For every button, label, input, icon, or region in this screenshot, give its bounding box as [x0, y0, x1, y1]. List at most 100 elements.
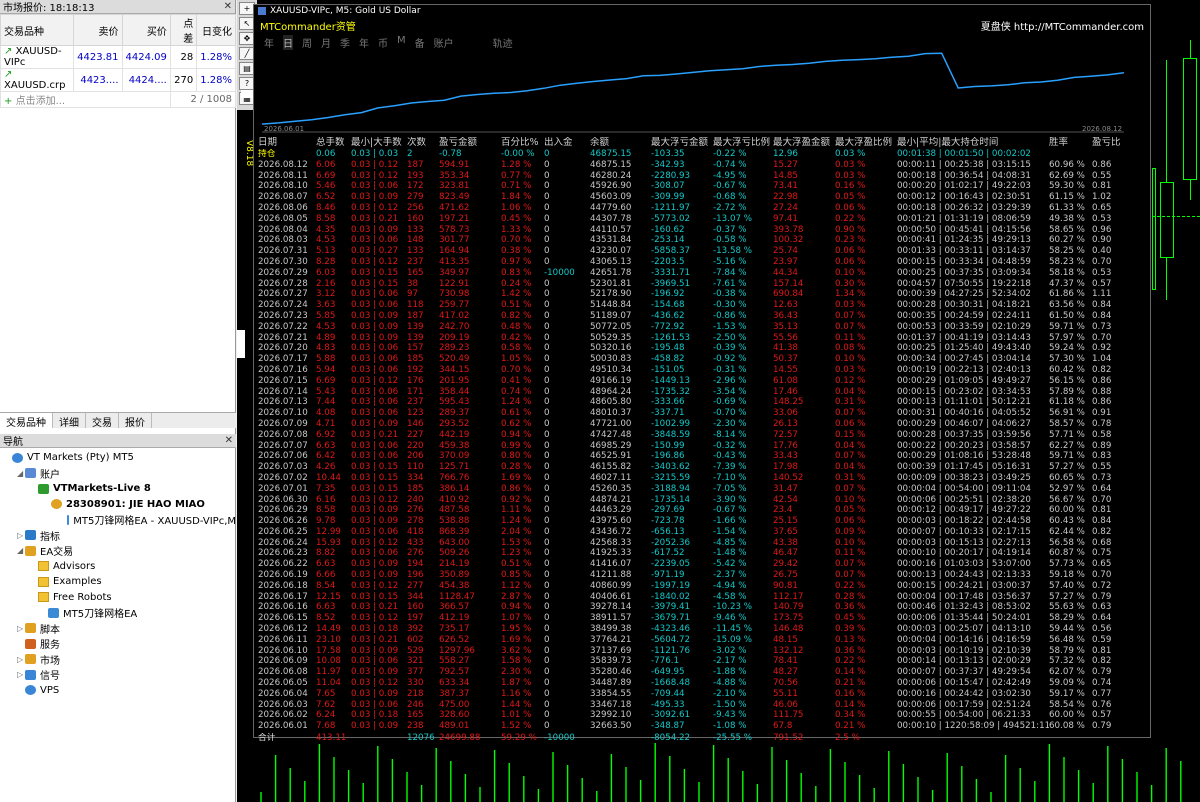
table-row[interactable]: 2026.08.03 4.53 0.03 | 0.06 148 301.77 0.70 %…	[256, 235, 1150, 246]
column-header[interactable]: 点差	[169, 14, 198, 46]
column-header[interactable]: 余额	[590, 137, 651, 149]
tree-item[interactable]: ◢ EA交易	[0, 543, 236, 559]
expand-arrow-icon[interactable]: ◢	[17, 546, 25, 555]
column-header[interactable]: 总手数	[316, 137, 351, 149]
table-row[interactable]: 2026.06.29 8.58 0.03 | 0.09 276 487.58 1.11 %…	[256, 505, 1150, 516]
column-header[interactable]: 最大浮盈金额	[773, 137, 835, 149]
column-header[interactable]: 百分比%	[501, 137, 544, 149]
add-symbol-link[interactable]: 点击添加...	[16, 96, 66, 107]
expand-arrow-icon[interactable]: ▷	[17, 670, 25, 679]
column-header[interactable]: 最小|平均|最大持仓时间	[897, 137, 1049, 149]
table-row[interactable]: 2026.07.07 6.63 0.03 | 0.06 220 459.38 0.99 %…	[256, 441, 1150, 452]
table-row[interactable]: 2026.07.27 3.12 0.03 | 0.06 97 730.98 1.42 % 0…	[256, 289, 1150, 300]
table-row[interactable]: 2026.06.12 14.49 0.03 | 0.18 392 735.17 1.95 …	[256, 624, 1150, 635]
table-row[interactable]: 2026.07.29 6.03 0.03 | 0.15 165 349.97 0.83 %…	[256, 268, 1150, 279]
table-row[interactable]: 2026.07.16 5.94 0.03 | 0.06 192 344.15 0.70 %…	[256, 365, 1150, 376]
table-row[interactable]: 2026.07.24 3.63 0.03 | 0.06 118 259.77 0.51 %…	[256, 300, 1150, 311]
table-row[interactable]: 2026.06.30 6.16 0.03 | 0.12 240 410.92 0.92 %…	[256, 495, 1150, 506]
expand-arrow-icon[interactable]: ▷	[17, 655, 25, 664]
column-header[interactable]: 最大浮盈比例	[835, 137, 897, 149]
brand-link[interactable]: 夏盘侠 http://MTCommander.com	[981, 18, 1144, 33]
table-row[interactable]: 2026.07.31 5.13 0.03 | 0.27 133 164.94 0.38 %…	[256, 246, 1150, 257]
tree-item[interactable]: Examples	[0, 574, 236, 590]
table-row[interactable]: 2026.06.15 8.52 0.03 | 0.12 197 412.19 1.07 %…	[256, 613, 1150, 624]
tree-item[interactable]: Advisors	[0, 559, 236, 575]
navigator-title-bar[interactable]: 导航 ✕	[0, 434, 236, 448]
table-row[interactable]: 2026.07.14 5.43 0.03 | 0.06 171 358.44 0.74 %…	[256, 387, 1150, 398]
tab-details[interactable]: 详细	[53, 413, 86, 429]
table-row[interactable]: 2026.07.02 10.44 0.03 | 0.15 334 766.76 1.69 …	[256, 473, 1150, 484]
table-row[interactable]: 2026.06.05 11.04 0.03 | 0.12 330 633.34 1.87 …	[256, 678, 1150, 689]
table-row[interactable]: 2026.07.30 8.28 0.03 | 0.12 237 413.35 0.97 %…	[256, 257, 1150, 268]
table-row[interactable]: 2026.08.11 6.69 0.03 | 0.12 193 353.34 0.77 %…	[256, 171, 1150, 182]
expand-arrow-icon[interactable]: ◢	[17, 469, 25, 478]
column-header[interactable]: 买价	[121, 14, 171, 46]
table-row[interactable]: 2026.06.25 12.99 0.03 | 0.06 418 868.39 2.04 …	[256, 527, 1150, 538]
table-row[interactable]: ↗ XAUUSD-VIPc 4423.81 4424.09 28 1.28%	[0, 45, 236, 69]
table-row[interactable]: 2026.07.15 6.69 0.03 | 0.12 176 201.95 0.41 %…	[256, 376, 1150, 387]
table-row[interactable]: 2026.07.22 4.53 0.03 | 0.09 139 242.70 0.48 %…	[256, 322, 1150, 333]
tree-item[interactable]: 28308901: JIE HAO MIAO	[0, 497, 236, 513]
table-row[interactable]: 2026.07.01 7.35 0.03 | 0.15 185 386.14 0.86 %…	[256, 484, 1150, 495]
tree-item[interactable]: 服务	[0, 636, 236, 652]
table-row[interactable]: 2026.06.03 7.62 0.03 | 0.06 246 475.00 1.44 %…	[256, 700, 1150, 711]
tree-item[interactable]: MT5刀锋网格EA	[0, 605, 236, 621]
table-row[interactable]: 2026.08.04 4.35 0.03 | 0.09 133 578.73 1.33 %…	[256, 225, 1150, 236]
table-row[interactable]: 2026.06.09 10.08 0.03 | 0.06 321 558.27 1.58 …	[256, 656, 1150, 667]
table-row[interactable]: 2026.06.02 6.24 0.03 | 0.18 165 328.60 1.01 %…	[256, 710, 1150, 721]
column-header[interactable]: 胜率	[1049, 137, 1092, 149]
tree-item[interactable]: VT Markets (Pty) MT5	[0, 450, 236, 466]
table-row[interactable]: 2026.07.06 6.42 0.03 | 0.06 206 370.09 0.80 %…	[256, 451, 1150, 462]
table-row[interactable]: 2026.06.11 23.10 0.03 | 0.21 602 626.52 1.69 …	[256, 635, 1150, 646]
tree-item[interactable]: ▷ 指标	[0, 528, 236, 544]
table-row[interactable]: 2026.06.24 15.93 0.03 | 0.12 433 643.00 1.53 …	[256, 538, 1150, 549]
tab-ticks[interactable]: 报价	[119, 413, 152, 429]
table-row[interactable]: 2026.06.16 6.63 0.03 | 0.21 160 366.57 0.94 %…	[256, 602, 1150, 613]
table-row[interactable]: 2026.06.23 8.82 0.03 | 0.06 276 509.26 1.23 %…	[256, 548, 1150, 559]
tree-item[interactable]: ▷ 信号	[0, 667, 236, 683]
table-row[interactable]: 2026.07.21 4.89 0.03 | 0.09 139 209.19 0.42 %…	[256, 333, 1150, 344]
column-header[interactable]: 盈亏金额	[439, 137, 501, 149]
table-row[interactable]: 2026.08.06 8.46 0.03 | 0.12 256 471.62 1.06 %…	[256, 203, 1150, 214]
table-row[interactable]: 2026.06.17 12.15 0.03 | 0.15 344 1128.47 2.87…	[256, 592, 1150, 603]
table-row[interactable]: 2026.06.19 6.66 0.03 | 0.09 196 350.89 0.85 %…	[256, 570, 1150, 581]
expand-arrow-icon[interactable]: ▷	[17, 531, 25, 540]
table-row[interactable]: 2026.06.22 6.63 0.03 | 0.09 194 214.19 0.51 %…	[256, 559, 1150, 570]
tree-item[interactable]: ▷ 市场	[0, 652, 236, 668]
table-row[interactable]: 2026.06.01 7.68 0.03 | 0.09 238 489.01 1.52 %…	[256, 721, 1150, 732]
table-row[interactable]: 2026.07.13 7.44 0.03 | 0.06 237 595.43 1.24 %…	[256, 397, 1150, 408]
tab-symbols[interactable]: 交易品种	[0, 413, 53, 429]
column-header[interactable]: 盈亏比	[1092, 137, 1122, 149]
column-header[interactable]: 交易品种	[0, 14, 75, 46]
column-header[interactable]: 最大浮亏比例	[713, 137, 773, 149]
column-header[interactable]: 卖价	[73, 14, 123, 46]
table-row[interactable]: 2026.08.07 6.52 0.03 | 0.09 279 823.49 1.84 %…	[256, 192, 1150, 203]
column-header[interactable]: 最小|大手数	[351, 137, 407, 149]
table-row[interactable]: 2026.07.20 4.83 0.03 | 0.06 157 289.23 0.58 %…	[256, 343, 1150, 354]
table-row[interactable]: 2026.07.17 5.88 0.03 | 0.06 185 520.49 1.05 %…	[256, 354, 1150, 365]
chart-window-title[interactable]: XAUUSD-VIPc, M5: Gold US Dollar	[254, 5, 1150, 17]
tree-item[interactable]: Free Robots	[0, 590, 236, 606]
table-row[interactable]: 2026.06.10 17.58 0.03 | 0.09 529 1297.96 3.62…	[256, 646, 1150, 657]
table-row[interactable]: 2026.07.28 2.16 0.03 | 0.15 38 122.91 0.24 % 0…	[256, 279, 1150, 290]
column-header[interactable]: 次数	[407, 137, 439, 149]
table-row[interactable]: 2026.06.26 9.78 0.03 | 0.09 278 538.88 1.24 %…	[256, 516, 1150, 527]
table-row[interactable]: 2026.07.08 6.92 0.03 | 0.21 227 442.19 0.94 %…	[256, 430, 1150, 441]
close-icon[interactable]: ✕	[225, 435, 233, 446]
tree-item[interactable]: ▷ 脚本	[0, 621, 236, 637]
table-row[interactable]: 2026.07.03 4.26 0.03 | 0.15 110 125.71 0.28 %…	[256, 462, 1150, 473]
table-row[interactable]: ↗ XAUUSD.crp 4423.... 4424.... 270 1.28%	[0, 68, 236, 92]
table-row[interactable]: 2026.08.12 6.06 0.03 | 0.12 187 594.91 1.28 %…	[256, 160, 1150, 171]
close-icon[interactable]: ✕	[224, 1, 232, 12]
table-row[interactable]: 2026.06.18 8.54 0.03 | 0.12 277 454.38 1.12 %…	[256, 581, 1150, 592]
tab-trading[interactable]: 交易	[86, 413, 119, 429]
table-row[interactable]: 2026.08.05 8.58 0.03 | 0.21 160 197.21 0.45 %…	[256, 214, 1150, 225]
tree-item[interactable]: ◢ 账户	[0, 466, 236, 482]
market-watch-title-bar[interactable]: 市场报价: 18:18:13 ✕	[0, 0, 235, 14]
table-row[interactable]: 2026.07.09 4.71 0.03 | 0.09 146 293.52 0.62 %…	[256, 419, 1150, 430]
column-header[interactable]: 出入金	[544, 137, 590, 149]
total-row[interactable]: 合计 413.11 12076 24699.88 59.29 % -10000 -8054.…	[256, 733, 1150, 744]
table-row[interactable]: 2026.07.10 4.08 0.03 | 0.06 123 289.37 0.61 %…	[256, 408, 1150, 419]
table-row[interactable]: 2026.06.04 7.65 0.03 | 0.09 218 387.37 1.16 %…	[256, 689, 1150, 700]
expand-arrow-icon[interactable]: ▷	[17, 624, 25, 633]
